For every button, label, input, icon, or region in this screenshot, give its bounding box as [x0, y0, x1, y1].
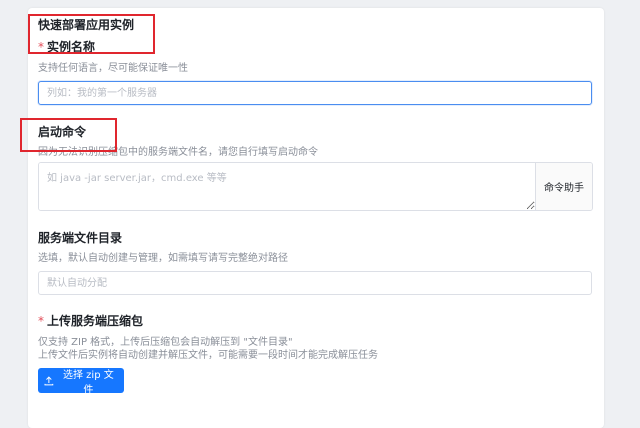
upload-label: * 上传服务端压缩包 — [38, 312, 143, 329]
instance-name-hint: 支持任何语言，尽可能保证唯一性 — [38, 63, 188, 74]
start-command-label: 启动命令 — [38, 125, 87, 139]
select-zip-button[interactable]: 选择 zip 文件 — [38, 368, 124, 396]
required-mark: * — [38, 40, 44, 54]
instance-name-input[interactable] — [38, 81, 592, 105]
upload-hint-line2: 上传文件后实例将自动创建并解压文件，可能需要一段时间才能完成解压任务 — [38, 350, 378, 361]
server-dir-label: 服务端文件目录 — [38, 231, 123, 245]
instance-name-label: * 实例名称 — [38, 38, 95, 55]
upload-icon — [44, 375, 54, 385]
required-mark: * — [38, 314, 44, 328]
server-dir-input[interactable] — [38, 271, 592, 295]
instance-name-label-text: 实例名称 — [47, 40, 96, 54]
server-dir-hint: 选填，默认自动创建与管理，如需填写请写完整绝对路径 — [38, 253, 288, 264]
page-title: 快速部署应用实例 — [38, 18, 135, 32]
upload-label-text: 上传服务端压缩包 — [47, 314, 144, 328]
command-helper-button[interactable]: 命令助手 — [535, 163, 592, 210]
start-command-hint: 因为无法识别压缩包中的服务端文件名，请您自行填写启动命令 — [38, 147, 318, 158]
start-command-textarea[interactable] — [39, 163, 535, 210]
select-zip-button-label: 选择 zip 文件 — [63, 369, 114, 396]
start-command-group: 命令助手 — [38, 162, 593, 211]
